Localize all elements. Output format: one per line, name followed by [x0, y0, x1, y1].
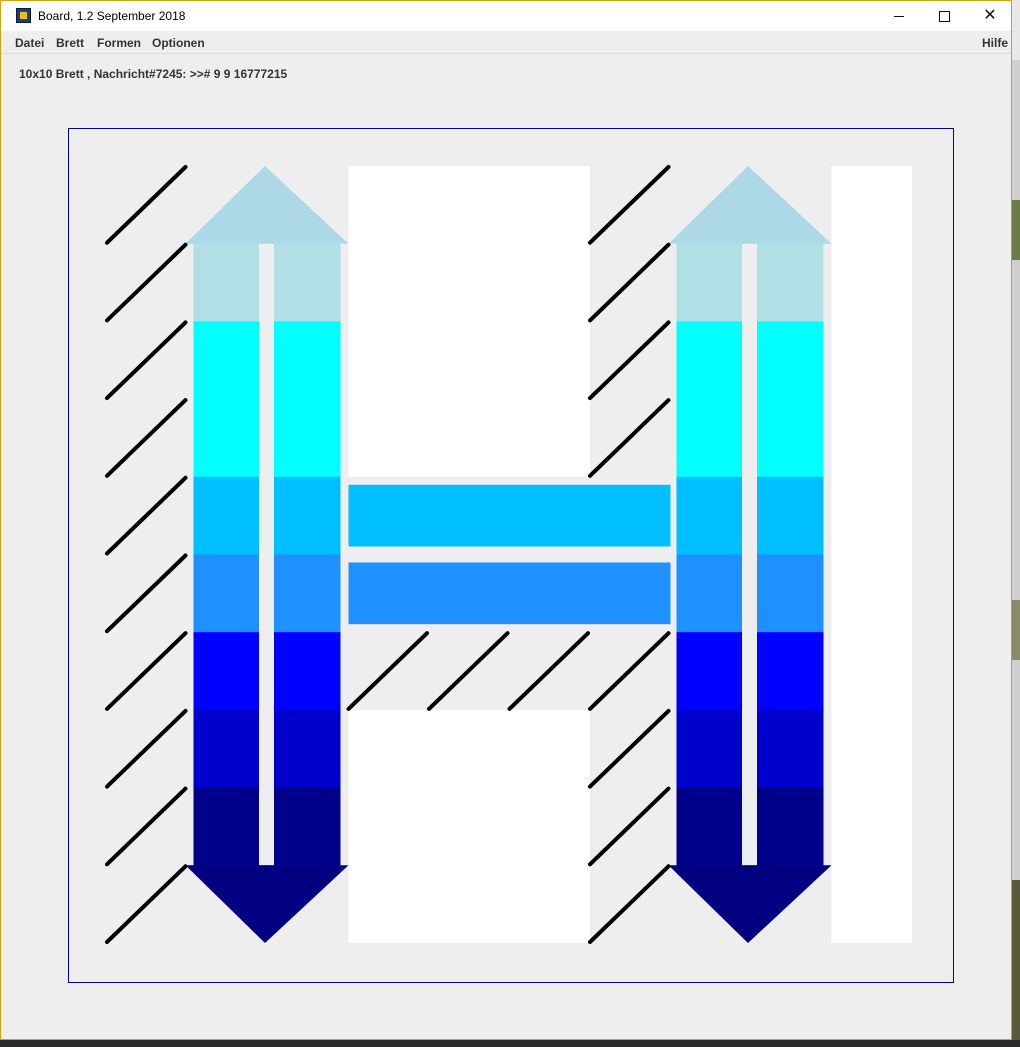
arrow-right-head-down	[668, 865, 832, 943]
bar-upper	[348, 484, 671, 547]
hatch-line	[507, 631, 590, 711]
white-column-right	[831, 166, 912, 943]
hatch-line	[105, 864, 188, 944]
arrow-left-head-up	[185, 166, 349, 244]
hatch-line	[588, 864, 671, 944]
hatch-line	[588, 242, 671, 323]
arrow-left-gap	[259, 243, 274, 866]
board-canvas[interactable]	[1, 1, 1013, 1041]
hatch-line	[105, 242, 188, 323]
white-block-top	[348, 166, 590, 477]
hatch-line	[588, 631, 671, 711]
hatch-line	[588, 165, 671, 245]
hatch-line	[105, 320, 188, 401]
arrow-right-head-up	[668, 166, 832, 244]
arrow-right-gap	[742, 243, 757, 866]
bar-lower	[348, 562, 671, 625]
desktop-background	[1012, 0, 1020, 1047]
hatch-line	[588, 398, 671, 478]
hatch-line	[105, 786, 188, 867]
hatch-line	[105, 708, 188, 789]
board-window: Board, 1.2 September 2018 ✕ Datei Brett …	[0, 0, 1012, 1040]
hatch-line	[427, 631, 510, 711]
hatch-line	[105, 631, 188, 711]
hatch-line	[105, 398, 188, 478]
hatch-line	[588, 786, 671, 867]
hatch-line	[588, 320, 671, 401]
white-block-bottom	[348, 709, 590, 943]
hatch-line	[346, 631, 429, 711]
hatch-line	[105, 553, 188, 634]
taskbar-edge	[0, 1040, 1020, 1047]
hatch-line	[105, 475, 188, 556]
hatch-line	[105, 165, 188, 245]
arrow-left-head-down	[185, 865, 349, 943]
hatch-line	[588, 708, 671, 789]
